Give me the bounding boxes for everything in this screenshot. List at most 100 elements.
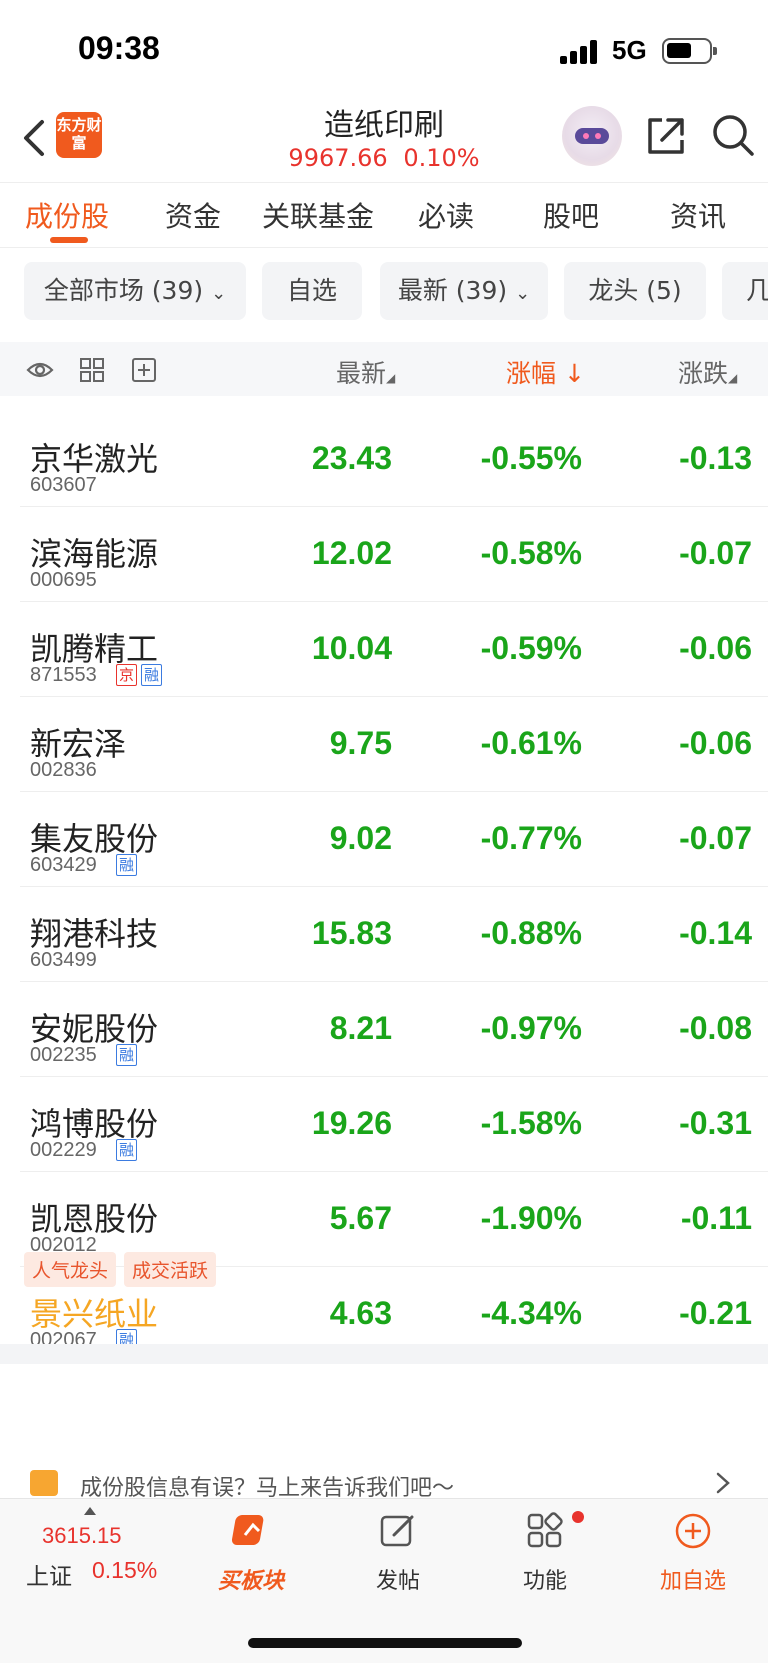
add-to-watchlist-button[interactable]: 加自选 bbox=[638, 1511, 748, 1595]
filter-watchlist[interactable]: 自选 bbox=[262, 262, 362, 320]
stock-change-pct: -0.61% bbox=[480, 725, 582, 761]
stock-row[interactable]: 集友股份 603429 融 9.02 -0.77% -0.07 bbox=[20, 792, 768, 887]
stock-code: 002229 bbox=[30, 1139, 97, 1161]
stock-row[interactable]: 凯腾精工 871553 京融 10.04 -0.59% -0.06 bbox=[20, 602, 768, 697]
functions-button[interactable]: 功能 bbox=[490, 1511, 600, 1595]
tab-forum[interactable]: 股吧 bbox=[543, 195, 599, 235]
margin-badge: 融 bbox=[116, 1139, 138, 1161]
chevron-right-icon bbox=[716, 1472, 730, 1494]
stock-price: 10.04 bbox=[311, 630, 392, 666]
stock-change: -0.14 bbox=[679, 915, 752, 951]
stock-badges: 融 bbox=[116, 1044, 141, 1066]
plus-circle-icon bbox=[675, 1513, 711, 1549]
stock-price: 15.83 bbox=[311, 915, 392, 951]
search-icon[interactable] bbox=[710, 112, 756, 158]
stock-row[interactable]: 翔港科技 603499 15.83 -0.88% -0.14 bbox=[20, 887, 768, 982]
stock-change-pct: -4.34% bbox=[480, 1295, 582, 1331]
stock-change-pct: -0.55% bbox=[480, 440, 582, 476]
stock-tags: 人气龙头 成交活跃 bbox=[24, 1252, 224, 1287]
stock-change: -0.13 bbox=[679, 440, 752, 476]
tag-active-trading[interactable]: 成交活跃 bbox=[124, 1252, 217, 1287]
stock-change-pct: -0.88% bbox=[480, 915, 582, 951]
active-tab-indicator bbox=[50, 237, 88, 243]
stock-change: -0.08 bbox=[679, 1010, 752, 1046]
filter-latest[interactable]: 最新 (39) ⌄ bbox=[380, 262, 548, 320]
index-change: 0.10% bbox=[403, 144, 480, 172]
post-button[interactable]: 发帖 bbox=[343, 1511, 453, 1595]
column-change-pct[interactable]: 涨幅 ↓ bbox=[506, 354, 585, 390]
home-indicator[interactable] bbox=[248, 1638, 522, 1648]
shanghai-index-name[interactable]: 上证 bbox=[26, 1557, 72, 1591]
edit-icon bbox=[380, 1515, 414, 1547]
status-bar: 09:38 5G bbox=[0, 0, 768, 100]
stock-price: 12.02 bbox=[311, 535, 392, 571]
filter-leaders[interactable]: 龙头 (5) bbox=[564, 262, 706, 320]
stock-row[interactable]: 新宏泽 002836 9.75 -0.61% -0.06 bbox=[20, 697, 768, 792]
index-up-arrow-icon bbox=[84, 1507, 96, 1515]
edit-note-icon bbox=[30, 1470, 58, 1496]
ai-assistant-icon[interactable] bbox=[562, 106, 622, 166]
stock-row[interactable]: 安妮股份 002235 融 8.21 -0.97% -0.08 bbox=[20, 982, 768, 1077]
network-type: 5G bbox=[612, 35, 647, 65]
tab-news[interactable]: 资讯 bbox=[670, 195, 726, 235]
stock-price: 4.63 bbox=[329, 1295, 392, 1331]
tab-funds[interactable]: 资金 bbox=[165, 195, 221, 235]
stock-code: 603429 bbox=[30, 854, 97, 876]
stock-row[interactable]: 鸿博股份 002229 融 19.26 -1.58% -0.31 bbox=[20, 1077, 768, 1172]
stock-price: 9.02 bbox=[329, 820, 392, 856]
stock-change-pct: -0.59% bbox=[480, 630, 582, 666]
tab-must-read[interactable]: 必读 bbox=[418, 195, 474, 235]
stock-change: -0.06 bbox=[679, 725, 752, 761]
chevron-down-icon: ⌄ bbox=[515, 283, 531, 304]
buy-block-icon bbox=[231, 1515, 264, 1545]
shanghai-index-pct[interactable]: 0.15% bbox=[92, 1557, 157, 1584]
chevron-down-icon: ⌄ bbox=[211, 283, 227, 304]
tag-popular-leader[interactable]: 人气龙头 bbox=[24, 1252, 117, 1287]
notification-dot bbox=[572, 1511, 584, 1523]
add-column-icon[interactable] bbox=[130, 356, 158, 384]
section-divider bbox=[0, 1344, 768, 1364]
stock-price: 5.67 bbox=[329, 1200, 392, 1236]
stock-badges: 京融 bbox=[116, 664, 166, 686]
stock-row[interactable]: 京华激光 603607 23.43 -0.55% -0.13 bbox=[20, 412, 768, 507]
stock-change-pct: -0.97% bbox=[480, 1010, 582, 1046]
filter-all-market[interactable]: 全部市场 (39) ⌄ bbox=[24, 262, 246, 320]
grid-icon[interactable] bbox=[78, 356, 106, 384]
column-change[interactable]: 涨跌◢ bbox=[678, 354, 768, 390]
stock-badges: 融 bbox=[116, 854, 141, 876]
stock-price: 23.43 bbox=[311, 440, 392, 476]
filter-more[interactable]: 几 bbox=[722, 262, 768, 320]
margin-badge: 融 bbox=[116, 854, 138, 876]
stock-change-pct: -1.90% bbox=[480, 1200, 582, 1236]
stock-change: -0.07 bbox=[679, 535, 752, 571]
index-value: 9967.66 bbox=[288, 144, 388, 172]
status-time: 09:38 bbox=[78, 30, 160, 66]
sort-down-arrow-icon: ↓ bbox=[556, 359, 585, 388]
stock-row[interactable]: 滨海能源 000695 12.02 -0.58% -0.07 bbox=[20, 507, 768, 602]
stock-change: -0.07 bbox=[679, 820, 752, 856]
battery-icon bbox=[662, 38, 717, 64]
tab-related-funds[interactable]: 关联基金 bbox=[262, 195, 374, 235]
column-header: 最新◢ 涨幅 ↓ 涨跌◢ bbox=[0, 342, 768, 396]
eye-icon[interactable] bbox=[26, 356, 54, 384]
shanghai-index-value[interactable]: 3615.15 bbox=[42, 1523, 122, 1549]
stock-change: -0.31 bbox=[679, 1105, 752, 1141]
margin-badge: 融 bbox=[116, 1044, 138, 1066]
stock-code: 002836 bbox=[30, 759, 97, 781]
apps-icon bbox=[527, 1512, 563, 1548]
tab-bar: 成份股 资金 关联基金 必读 股吧 资讯 bbox=[0, 182, 768, 248]
back-icon[interactable] bbox=[18, 116, 52, 160]
tab-constituents[interactable]: 成份股 bbox=[25, 195, 109, 235]
stock-code: 603607 bbox=[30, 474, 97, 496]
app-logo[interactable]: 东方财富 bbox=[56, 112, 102, 158]
signal-icon bbox=[560, 40, 600, 64]
share-icon[interactable] bbox=[644, 114, 688, 158]
stock-change: -0.11 bbox=[680, 1200, 752, 1236]
buy-block-button[interactable]: 买板块 bbox=[196, 1511, 306, 1595]
stock-change-pct: -0.77% bbox=[480, 820, 582, 856]
column-latest[interactable]: 最新◢ bbox=[336, 354, 395, 390]
filter-bar: 全部市场 (39) ⌄ 自选 最新 (39) ⌄ 龙头 (5) 几 bbox=[0, 260, 768, 324]
stock-code: 603499 bbox=[30, 949, 97, 971]
stock-change-pct: -0.58% bbox=[480, 535, 582, 571]
bse-badge: 京 bbox=[116, 664, 138, 686]
